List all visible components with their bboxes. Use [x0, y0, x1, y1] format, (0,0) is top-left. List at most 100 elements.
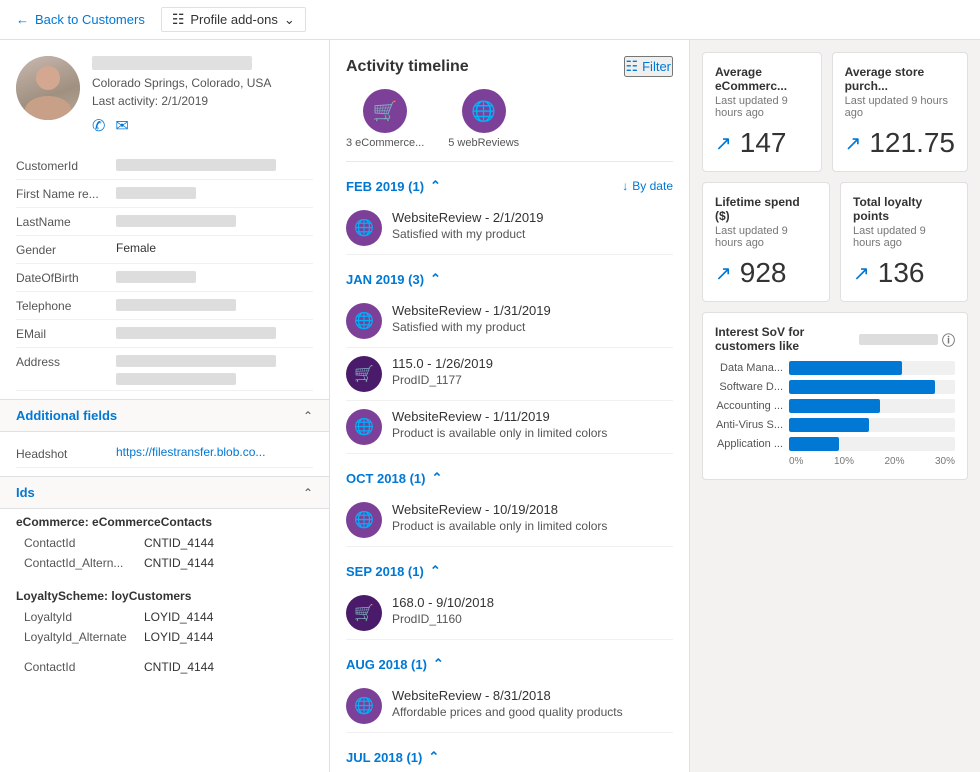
back-arrow-icon: ← — [16, 12, 29, 27]
bar-label: Application ... — [715, 438, 783, 450]
loyalty-alternate-label: LoyaltyId_Alternate — [24, 630, 144, 644]
feb2019-label: FEB 2019 (1) ⌃ — [346, 178, 441, 194]
field-headshot: Headshot https://filestransfer.blob.co..… — [16, 440, 313, 468]
total-loyalty-subtitle: Last updated 9 hours ago — [853, 225, 955, 249]
aug2018-text: AUG 2018 (1) — [346, 657, 427, 672]
avatar — [16, 56, 80, 120]
headshot-link[interactable]: https://filestransfer.blob.co... — [116, 445, 265, 459]
additional-fields-section-header[interactable]: Additional fields ⌃ — [0, 399, 329, 432]
profile-activity: Last activity: 2/1/2019 — [92, 94, 313, 108]
grid-icon: ☷ — [172, 11, 185, 28]
timeline-item: 🌐 WebsiteReview - 8/31/2018 Affordable p… — [346, 680, 673, 733]
avg-store-title: Average store purch... — [845, 65, 955, 93]
bar-fill — [789, 418, 869, 432]
sort-label: By date — [632, 179, 673, 193]
timeline-sort-button[interactable]: ↓ By date — [622, 179, 673, 193]
trend-up-icon-2: ↗ — [845, 131, 862, 156]
ecommerce-contact-altern-value: CNTID_4144 — [144, 556, 214, 570]
contact-id-row-bottom: ContactId CNTID_4144 — [16, 657, 313, 677]
metrics-top-row: Average eCommerc... Last updated 9 hours… — [702, 52, 968, 172]
bar-label: Software D... — [715, 381, 783, 393]
additional-fields-title: Additional fields — [16, 408, 117, 423]
sep2018-chevron[interactable]: ⌃ — [430, 563, 441, 579]
bar-label: Data Mana... — [715, 362, 783, 374]
bar-label: Anti-Virus S... — [715, 419, 783, 431]
field-label-gender: Gender — [16, 241, 116, 257]
bar-label: Accounting ... — [715, 400, 783, 412]
bar-track — [789, 437, 955, 451]
jul2018-chevron[interactable]: ⌃ — [428, 749, 439, 765]
chevron-down-icon: ⌄ — [284, 12, 295, 28]
back-button[interactable]: ← Back to Customers — [16, 12, 145, 27]
filter-icon: ☷ — [626, 58, 639, 75]
bar-fill — [789, 437, 839, 451]
ecommerce-contact-id-value: CNTID_4144 — [144, 536, 214, 550]
timeline-group-header-oct2018: OCT 2018 (1) ⌃ — [346, 470, 673, 486]
ecommerce-contact-id-row: ContactId CNTID_4144 — [16, 533, 313, 553]
jul2018-text: JUL 2018 (1) — [346, 750, 422, 765]
phone-icon[interactable]: ✆ — [92, 116, 105, 136]
bar-track — [789, 418, 955, 432]
field-value-email — [116, 325, 313, 342]
filter-label: Filter — [642, 59, 671, 74]
filter-button[interactable]: ☷ Filter — [624, 56, 673, 77]
activity-webreviews-icon: 🌐 5 webReviews — [448, 89, 519, 149]
oct2018-chevron[interactable]: ⌃ — [431, 470, 442, 486]
globe-icon: 🌐 — [346, 210, 382, 246]
activity-title: Activity timeline — [346, 58, 469, 76]
webreviews-icon-label: 5 webReviews — [448, 137, 519, 149]
info-icon[interactable]: ⓘ — [942, 330, 955, 349]
profile-addons-button[interactable]: ☷ Profile add-ons ⌄ — [161, 7, 306, 32]
field-label-email: EMail — [16, 325, 116, 341]
timeline-item-title: WebsiteReview - 2/1/2019 — [392, 210, 673, 225]
left-panel: Colorado Springs, Colorado, USA Last act… — [0, 40, 330, 772]
lifetime-spend-title: Lifetime spend ($) — [715, 195, 817, 223]
timeline-group-header-jan2019: JAN 2019 (3) ⌃ — [346, 271, 673, 287]
avg-ecommerce-title: Average eCommerc... — [715, 65, 809, 93]
timeline-item: 🛒 168.0 - 9/10/2018 ProdID_1160 — [346, 587, 673, 640]
timeline-item-desc: Affordable prices and good quality produ… — [392, 705, 673, 719]
timeline-item-content: WebsiteReview - 8/31/2018 Affordable pri… — [392, 688, 673, 719]
timeline-item-title: 168.0 - 9/10/2018 — [392, 595, 673, 610]
bar-row: Accounting ... — [715, 399, 955, 413]
contact-id-label-bottom: ContactId — [24, 660, 144, 674]
field-value-dob — [116, 269, 313, 286]
chart-customer-name — [859, 334, 938, 345]
email-icon[interactable]: ✉ — [115, 116, 128, 136]
ecommerce-contact-altern-row: ContactId_Altern... CNTID_4144 — [16, 553, 313, 573]
right-panel: Average eCommerc... Last updated 9 hours… — [690, 40, 980, 772]
jan2019-chevron[interactable]: ⌃ — [430, 271, 441, 287]
ecommerce-group-title: eCommerce: eCommerceContacts — [16, 509, 313, 529]
ids-content: eCommerce: eCommerceContacts ContactId C… — [0, 509, 329, 685]
aug2018-chevron[interactable]: ⌃ — [433, 656, 444, 672]
bar-row: Software D... — [715, 380, 955, 394]
timeline-item-desc: ProdID_1160 — [392, 612, 673, 626]
profile-addons-label: Profile add-ons — [190, 12, 277, 27]
timeline-group-jan2019: JAN 2019 (3) ⌃ 🌐 WebsiteReview - 1/31/20… — [346, 271, 673, 454]
timeline-item: 🛒 115.0 - 1/26/2019 ProdID_1177 — [346, 348, 673, 401]
additional-fields-content: Headshot https://filestransfer.blob.co..… — [0, 432, 329, 476]
field-label-address: Address — [16, 353, 116, 369]
trend-up-icon-3: ↗ — [715, 261, 732, 286]
total-loyalty-value: 136 — [878, 257, 925, 289]
field-value-first-name — [116, 185, 313, 202]
field-customer-id: CustomerId — [16, 152, 313, 180]
ids-section-header[interactable]: Ids ⌃ — [0, 476, 329, 509]
timeline-group-header-aug2018: AUG 2018 (1) ⌃ — [346, 656, 673, 672]
total-loyalty-card: Total loyalty points Last updated 9 hour… — [840, 182, 968, 302]
feb2019-chevron[interactable]: ⌃ — [430, 178, 441, 194]
axis-20pct: 20% — [884, 456, 904, 467]
axis-10pct: 10% — [834, 456, 854, 467]
profile-info: Colorado Springs, Colorado, USA Last act… — [92, 56, 313, 136]
field-label-first-name: First Name re... — [16, 185, 116, 201]
avg-ecommerce-value: 147 — [740, 127, 787, 159]
ids-title: Ids — [16, 485, 35, 500]
timeline-group-sep2018: SEP 2018 (1) ⌃ 🛒 168.0 - 9/10/2018 ProdI… — [346, 563, 673, 640]
timeline-group-jul2018: JUL 2018 (1) ⌃ — [346, 749, 673, 765]
timeline-item-desc: Satisfied with my product — [392, 227, 673, 241]
timeline-item-title: WebsiteReview - 1/11/2019 — [392, 409, 673, 424]
field-value-customer-id — [116, 157, 313, 174]
timeline-group-oct2018: OCT 2018 (1) ⌃ 🌐 WebsiteReview - 10/19/2… — [346, 470, 673, 547]
feb2019-text: FEB 2019 (1) — [346, 179, 424, 194]
oct2018-text: OCT 2018 (1) — [346, 471, 425, 486]
